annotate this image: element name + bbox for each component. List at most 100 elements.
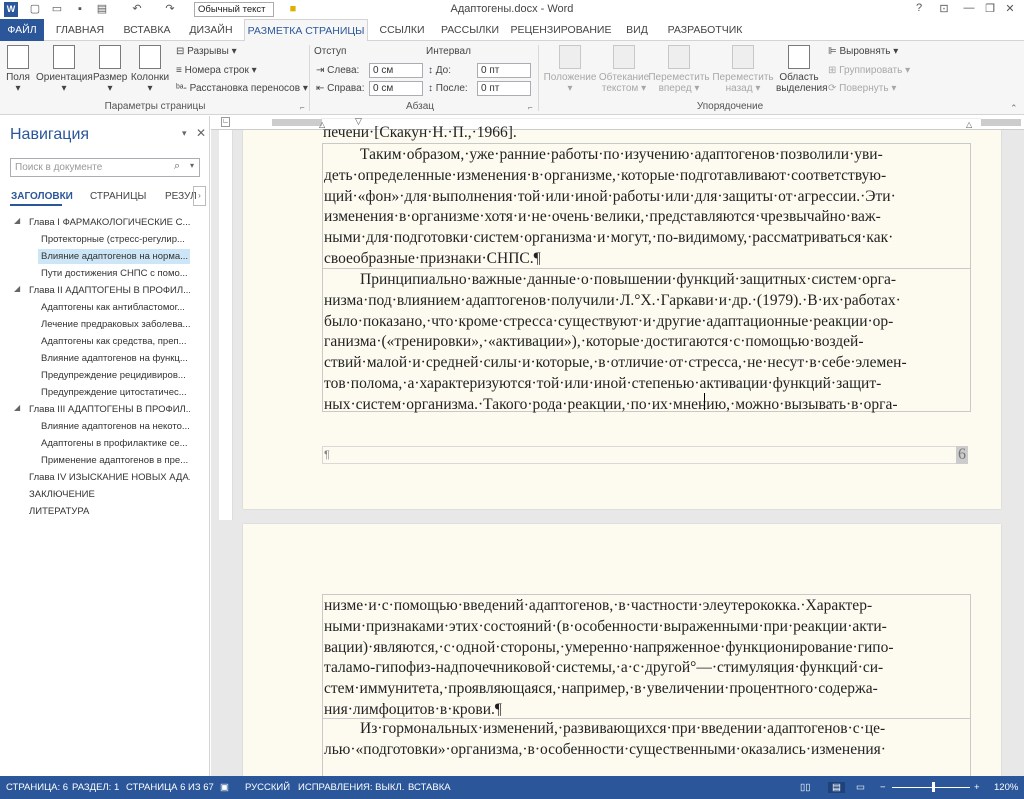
page-setup-launcher-icon[interactable]: ⌐ [300,103,305,112]
paragraph-4[interactable]: Из·гормональных·изменений,·развивающихся… [324,719,971,770]
spacing-before-field[interactable]: 0 пт [477,63,531,78]
status-page-of[interactable]: СТРАНИЦА 6 ИЗ 67 [126,782,214,793]
nav-heading-item[interactable]: Предупреждение цитостатичес... [38,385,190,400]
nav-tab-headings[interactable]: ЗАГОЛОВКИ [11,191,73,202]
wrap-text-button[interactable]: Обтекание текстом ▾ [598,45,650,94]
nav-heading-item[interactable]: ЛИТЕРАТУРА [26,504,190,519]
close-button[interactable]: ✕ [1000,2,1020,15]
nav-tab-pages[interactable]: СТРАНИЦЫ [90,191,146,202]
word-logo-icon: W [4,2,18,17]
nav-heading-item[interactable]: Влияние адаптогенов на некото... [38,419,190,434]
undo-icon[interactable]: ↶ [128,2,146,17]
status-language[interactable]: РУССКИЙ [245,782,290,793]
redo-icon[interactable]: ↷ [161,2,179,17]
margins-button[interactable]: Поля ▾ [3,45,33,94]
collapse-triangle-icon[interactable]: ◢ [14,284,20,293]
new-doc-icon[interactable]: ▢ [28,2,42,17]
columns-button[interactable]: Колонки ▾ [129,45,171,94]
search-dropdown-icon[interactable]: ▾ [190,161,194,170]
tab-design[interactable]: ДИЗАЙН [182,19,240,41]
status-track-changes[interactable]: ИСПРАВЛЕНИЯ: ВЫКЛ. [298,782,404,793]
indent-left-field[interactable]: 0 см [369,63,423,78]
ribbon-options-button[interactable]: ⊡ [934,2,954,15]
collapse-ribbon-icon[interactable]: ⌃ [1010,103,1018,114]
nav-heading-item[interactable]: Пути достижения СНПС с помо... [38,266,190,281]
nav-heading-item[interactable]: Предупреждение рецидивиров... [38,368,190,383]
open-icon[interactable]: ▭ [50,2,64,17]
nav-heading-item[interactable]: Глава III АДАПТОГЕНЫ В ПРОФИЛ... [26,402,190,417]
nav-heading-item[interactable]: Глава I ФАРМАКОЛОГИЧЕСКИЕ С... [26,215,190,230]
paragraph-3[interactable]: низме·и·с·помощью·введений·адаптогенов,·… [324,596,971,721]
nav-heading-item[interactable]: Протекторные (стресс-регулир... [38,232,190,247]
search-icon[interactable]: ⌕ [174,160,180,173]
orientation-button[interactable]: Ориентация ▾ [36,45,93,94]
group-icon: ⊞ [828,65,840,76]
nav-search-input[interactable]: Поиск в документе [10,158,200,177]
collapse-triangle-icon[interactable]: ◢ [14,403,20,412]
nav-close-icon[interactable]: ✕ [196,126,206,140]
nav-heading-item[interactable]: Применение адаптогенов в пре... [38,453,190,468]
status-zoom[interactable]: 120% [994,782,1018,793]
folder-icon[interactable]: ■ [286,2,300,17]
nav-heading-item[interactable]: Адаптогены как средства, преп... [38,334,190,349]
nav-heading-item[interactable]: Глава IV ИЗЫСКАНИЕ НОВЫХ АДА... [26,470,190,485]
status-insert-mode[interactable]: ВСТАВКА [408,782,451,793]
nav-heading-item[interactable]: Адаптогены как антибластомог... [38,300,190,315]
minimize-button[interactable]: — [959,2,979,14]
tab-mailings[interactable]: РАССЫЛКИ [436,19,504,41]
tab-insert[interactable]: ВСТАВКА [118,19,176,41]
paragraph-1[interactable]: Таким·образом,·уже·ранние·работы·по·изуч… [324,145,971,270]
zoom-thumb[interactable] [932,782,935,792]
paragraph-launcher-icon[interactable]: ⌐ [528,103,533,112]
print-icon[interactable]: ▤ [95,2,109,17]
vertical-ruler[interactable] [219,130,233,520]
nav-heading-item[interactable]: Влияние адаптогенов на норма... [38,249,190,264]
status-section[interactable]: РАЗДЕЛ: 1 [72,782,119,793]
tab-review[interactable]: РЕЦЕНЗИРОВАНИЕ [510,19,612,41]
paragraph-2[interactable]: Принципиально·важные·данные·о·повышении·… [324,270,971,416]
spacing-after-field[interactable]: 0 пт [477,81,531,96]
line-numbers-button[interactable]: ≡ Номера строк ▾ [176,65,257,76]
align-button[interactable]: ⊫ Выровнять ▾ [828,46,898,57]
save-icon[interactable]: ▪ [73,2,87,17]
style-box[interactable]: Обычный текст [194,2,274,17]
help-button[interactable]: ? [909,2,929,14]
nav-heading-item[interactable]: Влияние адаптогенов на функц... [38,351,190,366]
read-mode-icon[interactable]: ▯▯ [800,782,810,793]
tab-page-layout[interactable]: РАЗМЕТКА СТРАНИЦЫ [244,19,368,42]
zoom-out-icon[interactable]: − [880,782,886,793]
tab-developer[interactable]: РАЗРАБОТЧИК [662,19,748,41]
nav-heading-item[interactable]: ЗАКЛЮЧЕНИЕ [26,487,190,502]
collapse-triangle-icon[interactable]: ◢ [14,216,20,225]
tab-selector-icon[interactable]: ∟ [221,117,230,127]
bring-forward-button[interactable]: Переместить вперед ▾ [648,45,710,94]
zoom-slider[interactable] [892,787,970,788]
position-button[interactable]: Положение ▾ [542,45,598,94]
nav-heading-item[interactable]: Лечение предраковых заболева... [38,317,190,332]
restore-button[interactable]: ❐ [980,2,1000,15]
nav-options-icon[interactable]: ▾ [182,128,187,139]
hyphenation-button[interactable]: ᵇᵃ- Расстановка переносов ▾ [176,83,308,94]
send-backward-button[interactable]: Переместить назад ▾ [712,45,774,94]
nav-heading-item[interactable]: Адаптогены в профилактике се... [38,436,190,451]
web-layout-icon[interactable]: ▭ [856,782,865,793]
text-cursor [704,393,705,410]
tab-references[interactable]: ССЫЛКИ [374,19,430,41]
rotate-button[interactable]: ⟳ Повернуть ▾ [828,83,896,94]
size-button[interactable]: Размер ▾ [93,45,127,94]
proofing-icon[interactable]: ▣ [220,782,229,793]
nav-heading-item[interactable]: Глава II АДАПТОГЕНЫ В ПРОФИЛ... [26,283,190,298]
tab-home[interactable]: ГЛАВНАЯ [50,19,110,41]
zoom-in-icon[interactable]: + [974,782,980,793]
tab-file[interactable]: ФАЙЛ [0,19,44,41]
nav-tabs-scroll-icon[interactable]: › [193,186,206,206]
page6-top-line[interactable]: печени·[Скакун·Н.·П.,·1966]. [323,126,970,142]
status-page[interactable]: СТРАНИЦА: 6 [6,782,68,793]
print-layout-icon[interactable]: ▤ [828,782,845,793]
selection-pane-button[interactable]: Область выделения [776,45,827,94]
group-button[interactable]: ⊞ Группировать ▾ [828,65,910,76]
indent-right-field[interactable]: 0 см [369,81,423,96]
nav-tab-results[interactable]: РЕЗУЛ [165,191,197,202]
breaks-button[interactable]: ⊟ Разрывы ▾ [176,46,237,57]
tab-view[interactable]: ВИД [618,19,656,41]
